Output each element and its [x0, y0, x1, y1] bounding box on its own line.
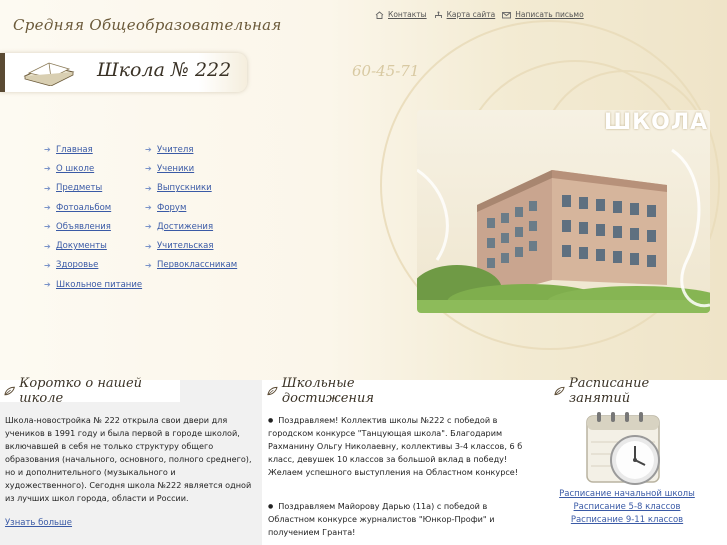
- site-subtitle: Средняя Общеобразовательная: [13, 16, 282, 34]
- school-building-photo: [417, 110, 710, 313]
- mail-icon: [502, 11, 512, 18]
- arrow-icon: ➔: [44, 183, 51, 193]
- leaf-icon: [554, 386, 565, 396]
- nav-link[interactable]: Предметы: [56, 183, 102, 193]
- leaf-icon: [267, 386, 278, 396]
- nav-item-about[interactable]: ➔ О школе: [44, 159, 142, 178]
- arrow-icon: ➔: [145, 164, 152, 174]
- write-letter-label: Написать письмо: [515, 10, 584, 19]
- top-links: Контакты Карта сайта Написать письмо: [375, 10, 584, 19]
- nav-item-subjects[interactable]: ➔ Предметы: [44, 179, 142, 198]
- nav-link[interactable]: Первоклассникам: [157, 260, 237, 270]
- nav-link[interactable]: Здоровье: [56, 260, 98, 270]
- arrow-icon: ➔: [145, 260, 152, 270]
- main-nav-column-2: ➔ Учителя ➔ Ученики ➔ Выпускники ➔ Форум ➔ До…: [145, 140, 237, 275]
- nav-link[interactable]: Объявления: [56, 222, 111, 232]
- nav-link[interactable]: Главная: [56, 145, 93, 155]
- schedule-9-11-link[interactable]: Расписание 9-11 классов: [552, 514, 702, 527]
- arrow-icon: ➔: [145, 145, 152, 155]
- nav-item-school-meals[interactable]: ➔ Школьное питание: [44, 275, 142, 294]
- section-title: Расписание занятий: [568, 376, 650, 406]
- nav-item-health[interactable]: ➔ Здоровье: [44, 256, 142, 275]
- nav-item-graduates[interactable]: ➔ Выпускники: [145, 179, 237, 198]
- nav-link[interactable]: Фотоальбом: [56, 203, 111, 213]
- nav-link[interactable]: Форум: [157, 203, 186, 213]
- nav-item-forum[interactable]: ➔ Форум: [145, 198, 237, 217]
- school-building-image: [417, 110, 710, 313]
- section-title: Школьные достижения: [281, 376, 374, 406]
- sitemap-link[interactable]: Карта сайта: [434, 10, 496, 19]
- news-list: Поздравляем! Коллектив школы №222 с побе…: [265, 402, 525, 539]
- learn-more-link[interactable]: Узнать больше: [0, 518, 262, 528]
- contacts-link[interactable]: Контакты: [375, 10, 427, 19]
- nav-item-first-graders[interactable]: ➔ Первоклассникам: [145, 256, 237, 275]
- arrow-icon: ➔: [145, 183, 152, 193]
- schedule-primary-link[interactable]: Расписание начальной школы: [552, 488, 702, 501]
- schedule-section: Расписание занятий Расписание начальной …: [552, 376, 727, 527]
- nav-item-documents[interactable]: ➔ Документы: [44, 236, 142, 255]
- arrow-icon: ➔: [44, 241, 51, 251]
- nav-item-teachers[interactable]: ➔ Учителя: [145, 140, 237, 159]
- section-header: Школьные достижения: [265, 376, 435, 406]
- arrow-icon: ➔: [44, 145, 51, 155]
- nav-item-staffroom[interactable]: ➔ Учительская: [145, 236, 237, 255]
- arrow-icon: ➔: [44, 260, 51, 270]
- nav-item-photoalbum[interactable]: ➔ Фотоальбом: [44, 198, 142, 217]
- school-name: Школа № 222: [97, 59, 232, 81]
- arrow-icon: ➔: [145, 222, 152, 232]
- sitemap-icon: [434, 11, 442, 18]
- arrow-icon: ➔: [44, 222, 51, 232]
- leaf-icon: [4, 386, 15, 396]
- write-letter-link[interactable]: Написать письмо: [502, 10, 584, 19]
- schedule-links: Расписание начальной школы Расписание 5-…: [552, 488, 702, 527]
- arrow-icon: ➔: [145, 203, 152, 213]
- nav-link[interactable]: Учительская: [157, 241, 213, 251]
- header: Средняя Общеобразовательная Школа № 222 …: [0, 0, 727, 380]
- phone-number: 60-45-71: [352, 62, 420, 80]
- about-text: Школа-новостройка № 222 открыла свои две…: [5, 415, 252, 503]
- content-area: Коротко о нашей школе Школа-новостройка …: [0, 376, 727, 545]
- nav-link[interactable]: Документы: [56, 241, 107, 251]
- photo-label: ШКОЛА: [604, 110, 709, 135]
- about-section: Коротко о нашей школе Школа-новостройка …: [0, 376, 262, 545]
- nav-link[interactable]: Учителя: [157, 145, 193, 155]
- nav-item-announcements[interactable]: ➔ Объявления: [44, 217, 142, 236]
- nav-item-achievements[interactable]: ➔ Достижения: [145, 217, 237, 236]
- nav-item-home[interactable]: ➔ Главная: [44, 140, 142, 159]
- nav-link[interactable]: Достижения: [157, 222, 213, 232]
- arrow-icon: ➔: [145, 241, 152, 251]
- nav-link[interactable]: Выпускники: [157, 183, 212, 193]
- news-item: Поздравляем! Коллектив школы №222 с побе…: [268, 414, 525, 479]
- arrow-icon: ➔: [44, 280, 51, 290]
- nav-item-students[interactable]: ➔ Ученики: [145, 159, 237, 178]
- school-name-bar[interactable]: Школа № 222: [0, 53, 247, 92]
- arrow-icon: ➔: [44, 164, 51, 174]
- section-header: Расписание занятий: [552, 376, 702, 406]
- contacts-label: Контакты: [388, 10, 427, 19]
- achievements-section: Школьные достижения Поздравляем! Коллект…: [265, 376, 525, 545]
- home-icon: [375, 10, 384, 19]
- main-nav-column-1: ➔ Главная ➔ О школе ➔ Предметы ➔ Фотоальбом …: [44, 140, 142, 294]
- section-header: Коротко о нашей школе: [0, 376, 180, 406]
- book-icon: [23, 62, 75, 86]
- arrow-icon: ➔: [44, 203, 51, 213]
- section-title: Коротко о нашей школе: [19, 376, 143, 406]
- sitemap-label: Карта сайта: [446, 10, 496, 19]
- nav-link[interactable]: Ученики: [157, 164, 194, 174]
- nav-link[interactable]: О школе: [56, 164, 94, 174]
- news-item: Поздравляем Майорову Дарью (11а) с побед…: [268, 500, 525, 539]
- schedule-5-8-link[interactable]: Расписание 5-8 классов: [552, 501, 702, 514]
- nav-link[interactable]: Школьное питание: [56, 280, 142, 290]
- calendar-clock-icon: [585, 410, 665, 488]
